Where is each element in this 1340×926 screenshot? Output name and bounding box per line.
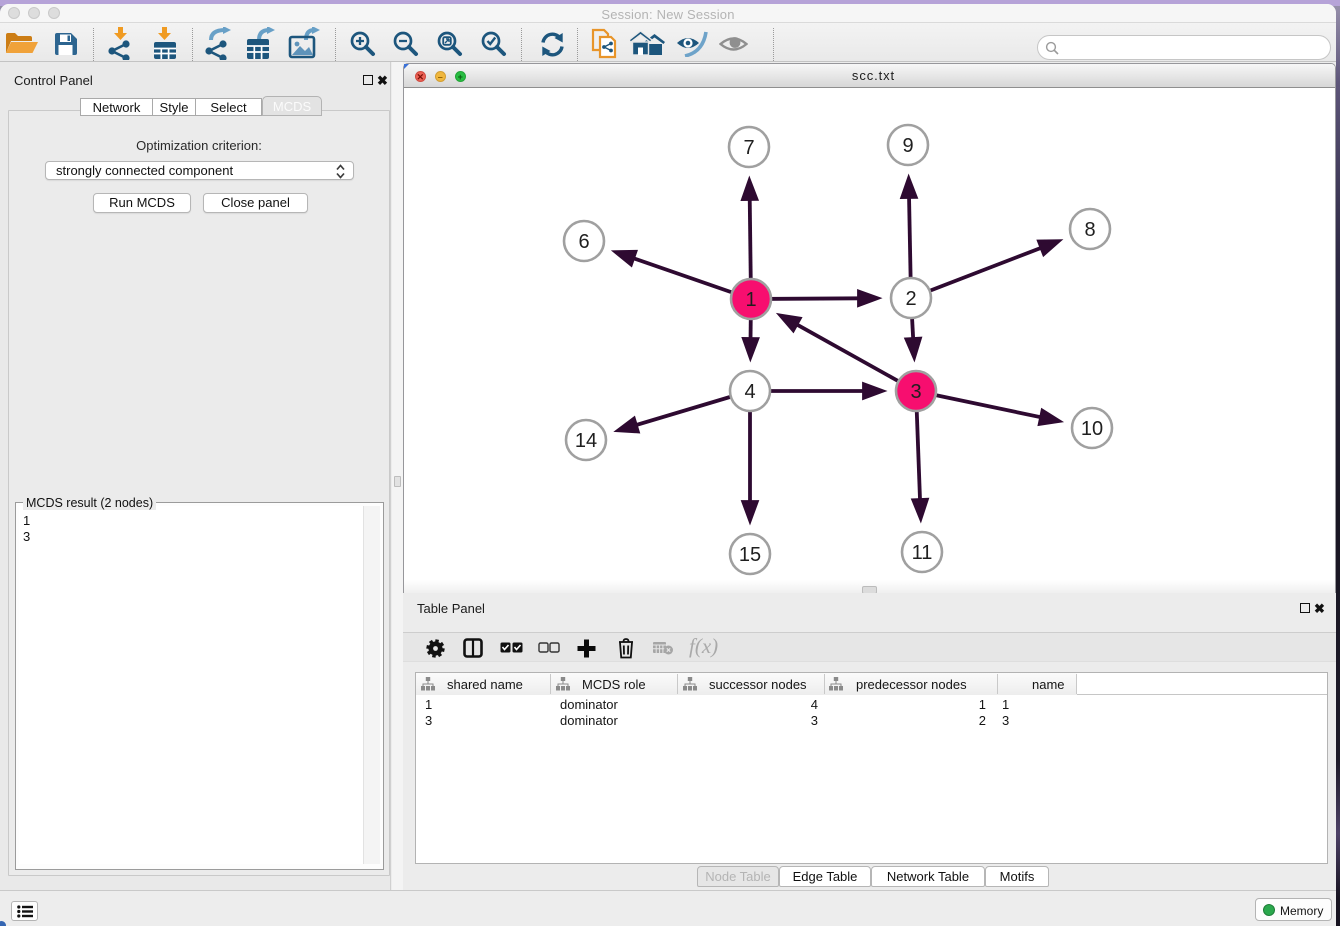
svg-text:8: 8 xyxy=(1084,219,1095,241)
svg-text:7: 7 xyxy=(743,137,754,159)
svg-text:1: 1 xyxy=(745,289,756,311)
svg-text:4: 4 xyxy=(744,381,755,403)
svg-text:2: 2 xyxy=(905,288,916,310)
svg-text:14: 14 xyxy=(575,430,597,452)
svg-text:10: 10 xyxy=(1081,418,1103,440)
svg-text:11: 11 xyxy=(912,542,933,564)
svg-text:9: 9 xyxy=(902,135,913,157)
svg-text:6: 6 xyxy=(578,231,589,253)
svg-text:15: 15 xyxy=(739,544,761,566)
svg-text:3: 3 xyxy=(910,381,921,403)
